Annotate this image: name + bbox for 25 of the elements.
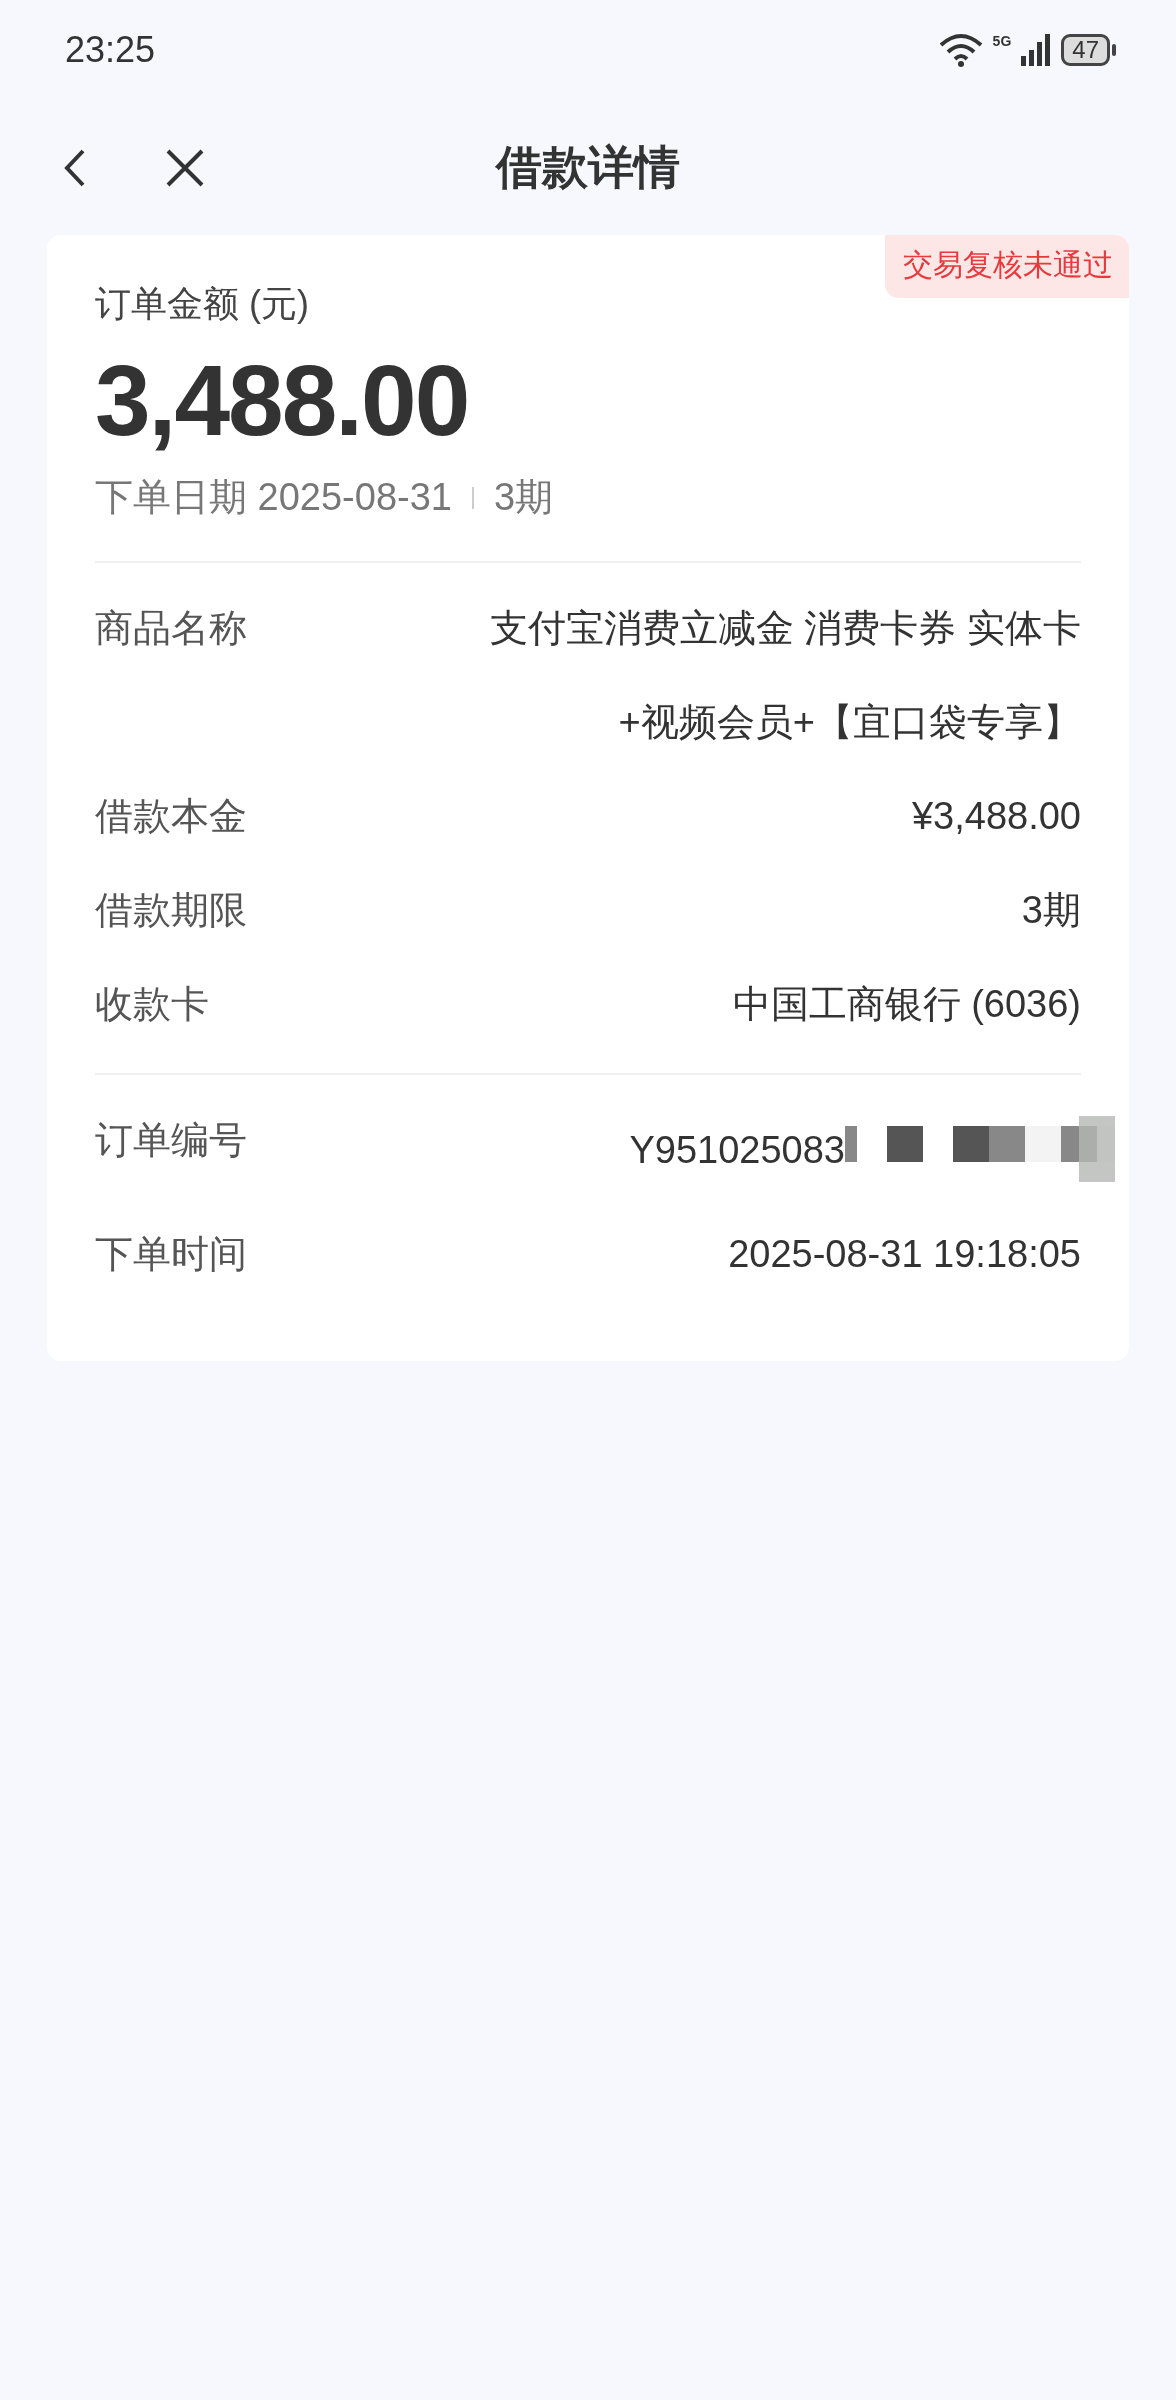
signal-icon [1021,34,1052,66]
wifi-icon [938,33,983,67]
detail-label: 借款期限 [95,888,247,933]
detail-value: 支付宝消费立减金 消费卡券 实体卡+视频会员+【宜口袋专享】 [488,606,1081,745]
detail-label: 借款本金 [95,794,247,839]
back-icon[interactable] [64,147,86,188]
detail-value: ¥3,488.00 [911,794,1081,839]
network-type: 5G [992,33,1012,49]
installment-term: 3期 [493,475,554,520]
amount-label: 订单金额 (元) [95,282,310,326]
order-amount: 3,488.00 [95,343,470,458]
battery-level: 47 [1061,34,1110,66]
detail-value: 中国工商银行 (6036) [732,982,1081,1027]
page-title: 借款详情 [496,140,680,193]
detail-value: 3期 [1021,888,1081,933]
close-icon[interactable] [165,147,205,188]
order-date: 下单日期 2025-08-31 [95,475,452,520]
detail-label: 商品名称 [95,606,247,651]
detail-value: Y951025083 [629,1128,845,1173]
status-badge: 交易复核未通过 [885,235,1129,298]
status-time: 23:25 [65,29,156,71]
detail-label: 下单时间 [95,1232,247,1277]
detail-value: 2025-08-31 19:18:05 [728,1232,1081,1277]
detail-label: 收款卡 [95,982,209,1027]
detail-label: 订单编号 [95,1118,247,1163]
